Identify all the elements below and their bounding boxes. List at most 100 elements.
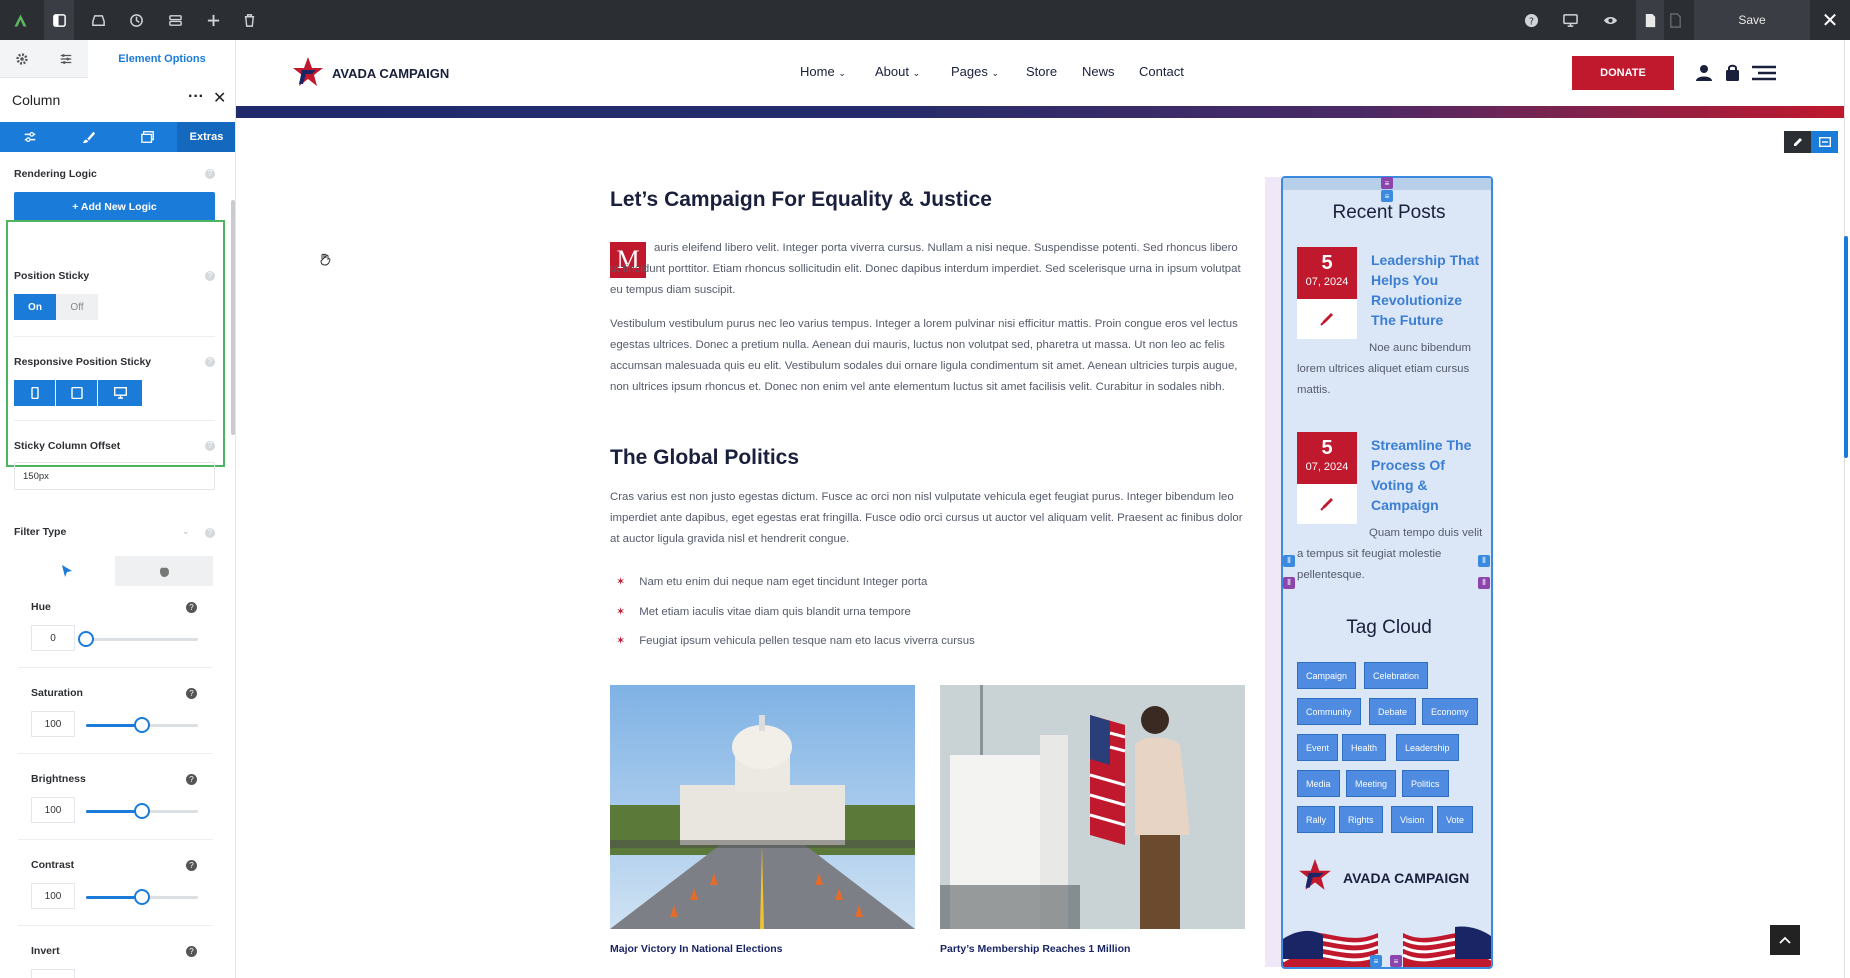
nav-pages[interactable]: Pages ⌄ bbox=[951, 64, 999, 79]
resize-handle-icon[interactable]: ⦀ bbox=[1478, 577, 1490, 589]
drag-handle-icon[interactable]: ≡ bbox=[1381, 177, 1393, 189]
tag-link[interactable]: Debate bbox=[1369, 698, 1417, 725]
brightness-value-input[interactable]: 100 bbox=[31, 797, 75, 823]
tag-link[interactable]: Politics bbox=[1402, 770, 1449, 797]
tab-general-icon[interactable] bbox=[0, 122, 59, 152]
tag-link[interactable]: Campaign bbox=[1297, 662, 1357, 689]
saturation-slider-handle[interactable] bbox=[134, 717, 150, 733]
nav-store[interactable]: Store bbox=[1026, 64, 1057, 79]
trash-icon[interactable] bbox=[235, 0, 263, 40]
tag-link[interactable]: Celebration bbox=[1364, 662, 1429, 689]
tag-link[interactable]: Community bbox=[1297, 698, 1361, 725]
tag-link[interactable]: Leadership bbox=[1396, 734, 1459, 761]
hue-value-input[interactable]: 0 bbox=[31, 625, 75, 651]
filter-normal-cursor-icon[interactable] bbox=[18, 556, 115, 586]
column-settings-icon[interactable] bbox=[1811, 131, 1838, 153]
drag-handle-icon[interactable]: ≡ bbox=[1390, 955, 1402, 967]
sticky-offset-input[interactable]: 150px bbox=[14, 462, 215, 490]
page-icon[interactable] bbox=[1636, 0, 1664, 40]
resize-handle-icon[interactable]: ⦀ bbox=[1478, 555, 1490, 567]
hue-slider-handle[interactable] bbox=[78, 631, 94, 647]
capitol-building-photo[interactable] bbox=[610, 685, 915, 929]
help-icon[interactable]: ? bbox=[205, 528, 215, 538]
tag-link[interactable]: Economy bbox=[1422, 698, 1478, 725]
tag-link[interactable]: Rights bbox=[1339, 806, 1383, 833]
brightness-slider-handle[interactable] bbox=[134, 803, 150, 819]
voting-booth-photo[interactable] bbox=[940, 685, 1245, 929]
page-secondary-icon[interactable] bbox=[1661, 0, 1689, 40]
desktop-preview-icon[interactable] bbox=[1556, 0, 1584, 40]
help-icon[interactable]: ? bbox=[186, 774, 197, 785]
brightness-slider[interactable] bbox=[86, 803, 198, 819]
help-icon[interactable]: ? bbox=[186, 860, 197, 871]
resize-handle-icon[interactable]: ⦀ bbox=[1283, 555, 1295, 567]
pencil-edit-icon[interactable] bbox=[1784, 131, 1811, 153]
help-icon[interactable]: ? bbox=[205, 169, 215, 179]
tag-link[interactable]: Vote bbox=[1437, 806, 1474, 833]
add-new-logic-button[interactable]: + Add New Logic bbox=[14, 192, 215, 221]
library-icon[interactable] bbox=[84, 0, 112, 40]
save-button[interactable]: Save bbox=[1694, 0, 1810, 40]
saturation-value-input[interactable]: 100 bbox=[31, 711, 75, 737]
eye-preview-icon[interactable] bbox=[1596, 0, 1624, 40]
contrast-slider-handle[interactable] bbox=[134, 889, 150, 905]
tab-background-icon[interactable] bbox=[118, 122, 177, 152]
sidebar-widget-column[interactable]: Recent Posts 5 07, 2024 Leadership That … bbox=[1281, 176, 1493, 969]
donate-button[interactable]: DONATE bbox=[1572, 56, 1674, 90]
invert-value-input[interactable] bbox=[31, 969, 75, 978]
drag-handle-icon[interactable]: ≡ bbox=[1370, 955, 1382, 967]
help-icon[interactable]: ? bbox=[1517, 0, 1545, 40]
close-builder-button[interactable]: ✕ bbox=[1810, 0, 1850, 40]
tag-link[interactable]: Health bbox=[1342, 734, 1387, 761]
canvas-scrollbar[interactable] bbox=[1844, 236, 1848, 458]
sidebar-toggle-icon[interactable] bbox=[44, 0, 74, 40]
tab-extras[interactable]: Extras bbox=[177, 122, 235, 152]
history-icon[interactable] bbox=[122, 0, 150, 40]
sticky-on-button[interactable]: On bbox=[14, 294, 56, 320]
help-icon[interactable]: ? bbox=[186, 946, 197, 957]
help-icon[interactable]: ? bbox=[186, 688, 197, 699]
tag-link[interactable]: Rally bbox=[1297, 806, 1336, 833]
contrast-slider[interactable] bbox=[86, 889, 198, 905]
star-logo-icon[interactable] bbox=[292, 56, 324, 95]
contrast-value-input[interactable]: 100 bbox=[31, 883, 75, 909]
help-icon[interactable]: ? bbox=[186, 602, 197, 613]
user-account-icon[interactable] bbox=[1696, 64, 1712, 86]
post-title-link[interactable]: Leadership That Helps You Revolutionize … bbox=[1371, 250, 1489, 330]
resize-handle-icon[interactable]: ⦀ bbox=[1283, 577, 1295, 589]
site-logo-text[interactable]: AVADA CAMPAIGN bbox=[332, 66, 449, 81]
saturation-slider[interactable] bbox=[86, 717, 198, 733]
filter-hover-hand-icon[interactable] bbox=[115, 556, 213, 586]
help-icon[interactable]: ? bbox=[205, 271, 215, 281]
nav-contact[interactable]: Contact bbox=[1139, 64, 1184, 79]
more-options-icon[interactable]: ··· bbox=[188, 88, 204, 106]
tab-element-options[interactable]: Element Options bbox=[88, 40, 235, 78]
tablet-device-icon[interactable] bbox=[56, 380, 98, 406]
mobile-device-icon[interactable] bbox=[14, 380, 56, 406]
close-panel-icon[interactable]: ✕ bbox=[213, 88, 226, 108]
tab-design-brush-icon[interactable] bbox=[59, 122, 118, 152]
chevron-down-icon[interactable]: ⌄ bbox=[182, 526, 190, 537]
sticky-off-button[interactable]: Off bbox=[56, 294, 98, 320]
photo-caption-membership[interactable]: Party’s Membership Reaches 1 Million bbox=[940, 943, 1130, 955]
tag-link[interactable]: Event bbox=[1297, 734, 1339, 761]
sliders-icon[interactable] bbox=[44, 40, 88, 78]
tag-link[interactable]: Media bbox=[1297, 770, 1340, 797]
help-icon[interactable]: ? bbox=[205, 441, 215, 451]
settings-gear-icon[interactable] bbox=[0, 40, 44, 78]
photo-caption-victory[interactable]: Major Victory In National Elections bbox=[610, 943, 783, 955]
hue-slider[interactable] bbox=[78, 631, 198, 647]
help-icon[interactable]: ? bbox=[205, 357, 215, 367]
tag-link[interactable]: Meeting bbox=[1346, 770, 1397, 797]
shopping-bag-icon[interactable] bbox=[1725, 64, 1740, 86]
add-element-icon[interactable] bbox=[199, 0, 227, 40]
sidebar-scrollbar[interactable] bbox=[231, 200, 235, 435]
avada-logo-icon[interactable] bbox=[0, 0, 40, 40]
menu-hamburger-icon[interactable] bbox=[1752, 65, 1776, 86]
structure-icon[interactable] bbox=[161, 0, 189, 40]
desktop-device-icon[interactable] bbox=[98, 380, 142, 406]
nav-news[interactable]: News bbox=[1082, 64, 1115, 79]
drag-handle-icon[interactable]: ≡ bbox=[1381, 190, 1393, 202]
tag-link[interactable]: Vision bbox=[1391, 806, 1434, 833]
back-to-top-button[interactable] bbox=[1770, 925, 1800, 955]
